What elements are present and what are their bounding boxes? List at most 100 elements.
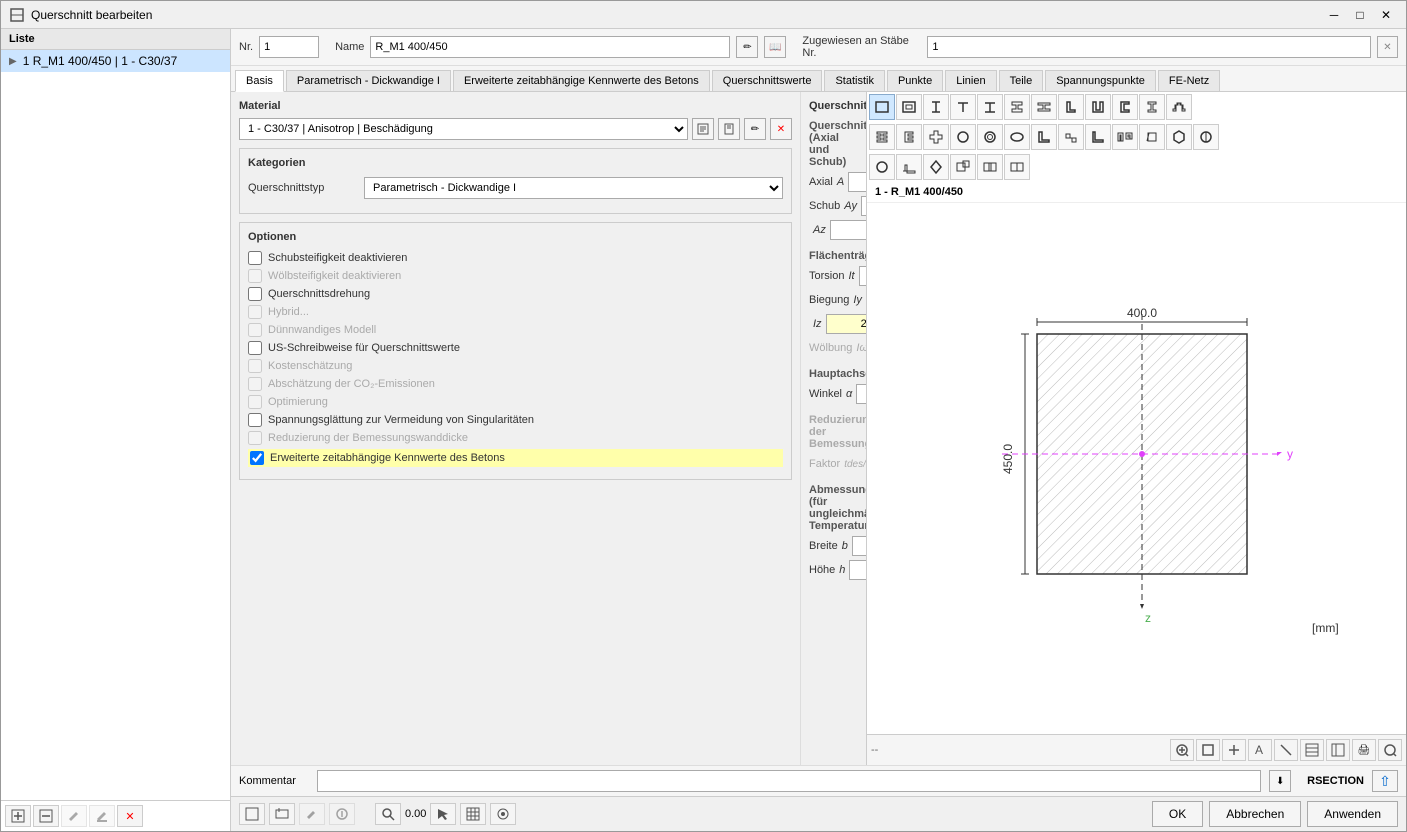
sidebar-new-btn1[interactable]	[5, 805, 31, 827]
shape-btn-e[interactable]	[896, 124, 922, 150]
ok-button[interactable]: OK	[1152, 801, 1203, 827]
opt-checkbox-9[interactable]	[248, 413, 262, 427]
shape-btn-t[interactable]	[950, 94, 976, 120]
material-select[interactable]: 1 - C30/37 | Anisotrop | Beschädigung	[239, 118, 688, 140]
opt-checkbox-1[interactable]	[248, 269, 262, 283]
tab-basis[interactable]: Basis	[235, 70, 284, 92]
shape-btn-u2[interactable]	[1112, 124, 1138, 150]
material-props-btn[interactable]	[718, 118, 740, 140]
shape-btn-z2[interactable]	[1058, 124, 1084, 150]
shape-btn-hex[interactable]	[1166, 124, 1192, 150]
shape-btn-circle[interactable]	[950, 124, 976, 150]
tab-teile[interactable]: Teile	[999, 70, 1044, 91]
bottom-btn-2[interactable]	[269, 803, 295, 825]
name-edit-btn[interactable]: ✏	[736, 36, 758, 58]
preview-tool-2[interactable]	[1196, 739, 1220, 761]
apply-button[interactable]: Anwenden	[1307, 801, 1398, 827]
shape-btn-circ3[interactable]	[869, 154, 895, 180]
sidebar-new-btn2[interactable]	[33, 805, 59, 827]
bottom-btn-3[interactable]	[299, 803, 325, 825]
opt-checkbox-10[interactable]	[248, 431, 262, 445]
shape-btn-i4[interactable]	[869, 124, 895, 150]
opt-checkbox-6[interactable]	[248, 359, 262, 373]
shape-btn-c[interactable]	[1112, 94, 1138, 120]
minimize-button[interactable]: ─	[1322, 5, 1346, 25]
shape-btn-ring[interactable]	[977, 124, 1003, 150]
tab-fe-netz[interactable]: FE-Netz	[1158, 70, 1220, 91]
sidebar-item[interactable]: ▶ 1 R_M1 400/450 | 1 - C30/37	[1, 50, 230, 72]
tab-punkte[interactable]: Punkte	[887, 70, 943, 91]
shape-btn-l2[interactable]	[1031, 124, 1057, 150]
shape-btn-t2[interactable]	[977, 94, 1003, 120]
bottom-btn-zoom[interactable]	[375, 803, 401, 825]
assigned-btn[interactable]: ✕	[1377, 36, 1398, 58]
shape-btn-z[interactable]	[1139, 94, 1165, 120]
shape-btn-tri[interactable]	[896, 154, 922, 180]
tab-querschnittswerte[interactable]: Querschnittswerte	[712, 70, 823, 91]
shape-btn-i[interactable]	[923, 94, 949, 120]
tab-spannungspunkte[interactable]: Spannungspunkte	[1045, 70, 1156, 91]
nr-input[interactable]	[259, 36, 319, 58]
maximize-button[interactable]: □	[1348, 5, 1372, 25]
bottom-btn-4[interactable]	[329, 803, 355, 825]
bottom-btn-snap[interactable]	[490, 803, 516, 825]
bottom-btn-cursor[interactable]	[430, 803, 456, 825]
opt-checkbox-11[interactable]	[250, 451, 264, 465]
preview-tool-6[interactable]	[1300, 739, 1324, 761]
cs-torsion-input[interactable]	[859, 266, 866, 286]
cs-winkel-input[interactable]	[856, 384, 866, 404]
cs-axial-input[interactable]	[848, 172, 866, 192]
shape-btn-r2[interactable]	[950, 154, 976, 180]
material-book-btn[interactable]	[692, 118, 714, 140]
cs-az-input[interactable]	[830, 220, 866, 240]
shape-btn-i2[interactable]	[1004, 94, 1030, 120]
tab-statistik[interactable]: Statistik	[824, 70, 885, 91]
opt-checkbox-0[interactable]	[248, 251, 262, 265]
sidebar-edit-btn1[interactable]	[61, 805, 87, 827]
cat-querschnittstyp-select[interactable]: Parametrisch - Dickwandige I	[364, 177, 783, 199]
shape-btn-hat[interactable]	[1166, 94, 1192, 120]
shape-btn-rect-hollow[interactable]	[896, 94, 922, 120]
preview-tool-5[interactable]	[1274, 739, 1298, 761]
preview-tool-3[interactable]	[1222, 739, 1246, 761]
shape-btn-rect[interactable]	[869, 94, 895, 120]
shape-btn-r3[interactable]	[977, 154, 1003, 180]
opt-checkbox-3[interactable]	[248, 305, 262, 319]
opt-checkbox-4[interactable]	[248, 323, 262, 337]
sidebar-delete-btn[interactable]: ✕	[117, 805, 143, 827]
shape-btn-l3[interactable]	[1085, 124, 1111, 150]
opt-checkbox-7[interactable]	[248, 377, 262, 391]
tab-linien[interactable]: Linien	[945, 70, 996, 91]
opt-checkbox-5[interactable]	[248, 341, 262, 355]
cs-iz-input[interactable]	[826, 314, 866, 334]
rsection-btn[interactable]: ⇧	[1372, 770, 1398, 792]
name-book-btn[interactable]: 📖	[764, 36, 786, 58]
material-edit-btn[interactable]: ✏	[744, 118, 766, 140]
preview-tool-1[interactable]	[1170, 739, 1194, 761]
shape-btn-cross[interactable]	[923, 124, 949, 150]
shape-btn-l[interactable]	[1058, 94, 1084, 120]
shape-btn-dia[interactable]	[923, 154, 949, 180]
tab-parametrisch[interactable]: Parametrisch - Dickwandige I	[286, 70, 451, 91]
name-input[interactable]	[370, 36, 730, 58]
preview-tool-8[interactable]: 🖨	[1352, 739, 1376, 761]
shape-btn-u[interactable]	[1085, 94, 1111, 120]
material-delete-btn[interactable]: ✕	[770, 118, 792, 140]
shape-btn-r4[interactable]	[1004, 154, 1030, 180]
cancel-button[interactable]: Abbrechen	[1209, 801, 1301, 827]
preview-tool-7[interactable]	[1326, 739, 1350, 761]
opt-checkbox-2[interactable]	[248, 287, 262, 301]
kommentar-expand-btn[interactable]: ⬇	[1269, 770, 1291, 792]
opt-checkbox-8[interactable]	[248, 395, 262, 409]
shape-btn-trapez[interactable]	[1139, 124, 1165, 150]
shape-btn-circ2[interactable]	[1193, 124, 1219, 150]
cs-breite-input[interactable]	[852, 536, 866, 556]
sidebar-edit-btn2[interactable]	[89, 805, 115, 827]
shape-btn-ellipse[interactable]	[1004, 124, 1030, 150]
assigned-input[interactable]	[927, 36, 1370, 58]
preview-tool-9[interactable]	[1378, 739, 1402, 761]
kommentar-input[interactable]	[317, 770, 1261, 792]
tab-erweiterte[interactable]: Erweiterte zeitabhängige Kennwerte des B…	[453, 70, 710, 91]
cs-hoehe-input[interactable]	[849, 560, 866, 580]
bottom-btn-1[interactable]	[239, 803, 265, 825]
